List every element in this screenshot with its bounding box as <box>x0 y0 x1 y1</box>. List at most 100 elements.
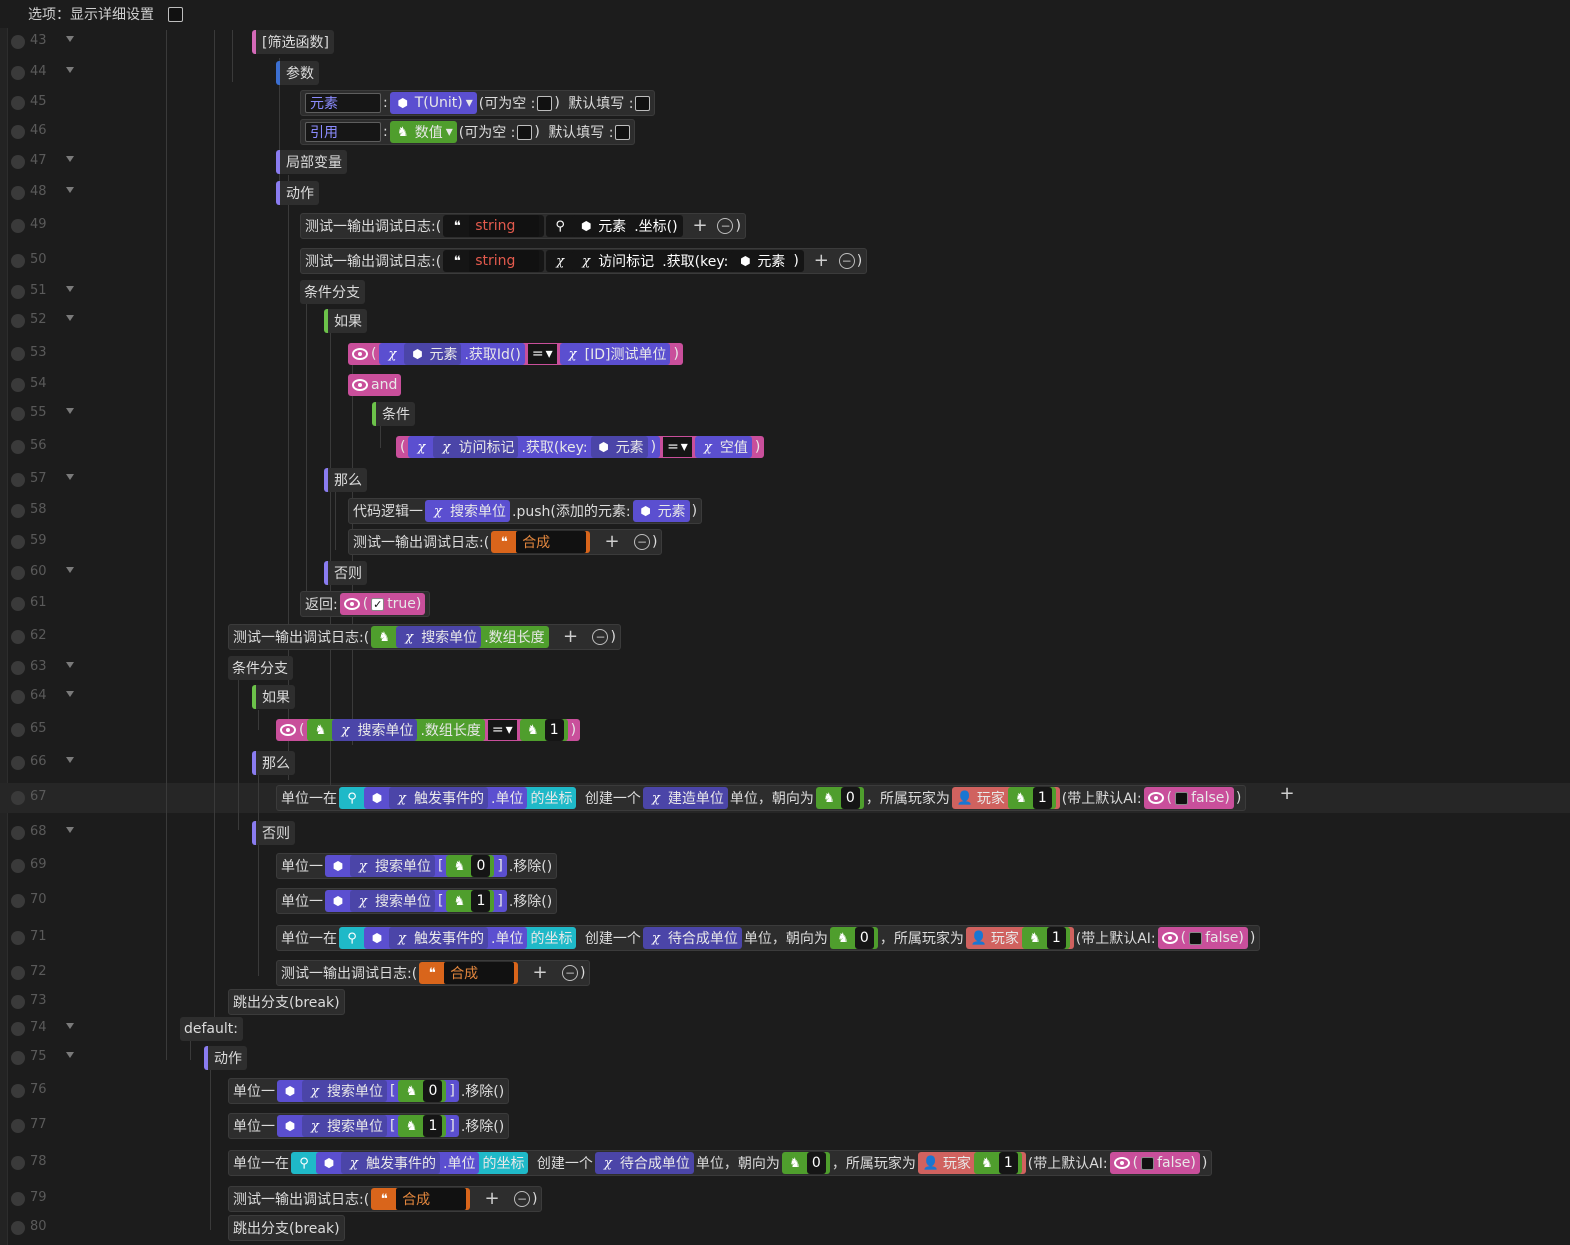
operator-select[interactable]: = ▾ <box>487 720 517 740</box>
cond-branch-label[interactable]: 条件分支 <box>228 656 293 680</box>
breakpoint-dot[interactable] <box>11 155 25 169</box>
var-pending-unit[interactable]: χ 待合成单位 <box>594 1152 694 1174</box>
breakpoint-dot[interactable] <box>11 186 25 200</box>
var-search-units[interactable]: χ 搜索单位 <box>350 855 435 877</box>
var-search-units[interactable]: χ 搜索单位 <box>332 719 418 741</box>
var-trigger[interactable]: χ 触发事件的 <box>341 1152 440 1174</box>
false-checkbox[interactable] <box>1141 1156 1155 1170</box>
filter-fn-label[interactable]: [筛选函数] <box>252 30 334 54</box>
number-value[interactable]: 0 <box>471 855 491 877</box>
chevron-down-icon[interactable]: ▾ <box>466 95 473 111</box>
code-logic-stmt[interactable]: 代码逻辑一 χ 搜索单位 .push(添加的元素: ⬢ 元素) <box>348 498 703 524</box>
remove-unit-stmt[interactable]: 单位一 ⬢ χ 搜索单位[♞ 1] .移除() <box>276 888 558 914</box>
number-literal[interactable]: ♞ 1 <box>1007 787 1056 809</box>
search-index[interactable]: ⬢ χ 搜索单位[♞ 0] <box>277 1080 459 1102</box>
breakpoint-dot[interactable] <box>11 995 25 1009</box>
number-literal[interactable]: ♞ 1 <box>973 1152 1022 1174</box>
operator-select[interactable]: = ▾ <box>527 344 557 364</box>
remove-unit-stmt[interactable]: 单位一 ⬢ χ 搜索单位[♞ 0] .移除() <box>228 1078 510 1104</box>
var-trigger[interactable]: χ 触发事件的 <box>389 927 488 949</box>
breakpoint-dot[interactable] <box>11 826 25 840</box>
fold-chevron-icon[interactable] <box>66 187 74 193</box>
fold-chevron-icon[interactable] <box>66 67 74 73</box>
add-arg-button[interactable]: + <box>483 1190 501 1208</box>
default-fill-checkbox[interactable] <box>615 124 631 140</box>
breakpoint-dot[interactable] <box>11 1022 25 1036</box>
breakpoint-dot[interactable] <box>11 791 25 805</box>
true-checkbox[interactable]: ✓ <box>371 597 385 611</box>
debug-log-stmt[interactable]: 测试一输出调试日志:(❝ 合成 + −) <box>228 1186 543 1212</box>
unit-expr[interactable]: ⬢ χ 触发事件的 .单位 <box>364 787 528 809</box>
player-expr[interactable]: 👤 玩家 ♞ 1 <box>951 787 1060 809</box>
return-stmt[interactable]: 返回:(✓ true) <box>300 591 431 617</box>
cond-branch-label[interactable]: 条件分支 <box>300 280 365 304</box>
remove-arg-button[interactable]: − <box>838 253 855 269</box>
string-input[interactable]: 合成 <box>396 1188 467 1210</box>
bool-false[interactable]: (false) <box>1143 787 1234 809</box>
coord-expr[interactable]: ⚲ ⬢ 元素 .坐标() <box>546 215 683 237</box>
number-literal[interactable]: ♞ 0 <box>781 1152 830 1174</box>
search-index[interactable]: ⬢ χ 搜索单位[♞ 1] <box>277 1115 459 1137</box>
breakpoint-dot[interactable] <box>11 1051 25 1065</box>
if-label[interactable]: 如果 <box>252 685 295 709</box>
var-search-units[interactable]: χ 搜索单位 <box>302 1080 387 1102</box>
number-literal[interactable]: ♞ 0 <box>829 927 878 949</box>
add-arg-button[interactable]: + <box>562 628 580 646</box>
player-expr[interactable]: 👤 玩家 ♞ 1 <box>965 927 1074 949</box>
remove-arg-button[interactable]: − <box>592 629 609 645</box>
var-elem[interactable]: ⬢ 元素 <box>731 250 791 272</box>
breakpoint-dot[interactable] <box>11 1156 25 1170</box>
show-details-checkbox[interactable] <box>168 6 183 22</box>
var-visit[interactable]: χ 访问标记 <box>572 250 660 272</box>
breakpoint-dot[interactable] <box>11 661 25 675</box>
remove-unit-stmt[interactable]: 单位一 ⬢ χ 搜索单位[♞ 1] .移除() <box>228 1113 510 1139</box>
debug-log-stmt[interactable]: 测试一输出调试日志:(❝ string χ χ 访问标记 .获取(key: ⬢ 元素) + −… <box>300 248 868 274</box>
remove-arg-button[interactable]: − <box>717 218 734 234</box>
fold-chevron-icon[interactable] <box>66 827 74 833</box>
number-value[interactable]: 1 <box>1032 787 1052 809</box>
number-value[interactable]: 1 <box>544 719 564 741</box>
then-label[interactable]: 那么 <box>324 468 367 492</box>
var-search-units[interactable]: χ 搜索单位 <box>396 626 482 648</box>
false-checkbox[interactable] <box>1189 931 1203 945</box>
create-unit-stmt[interactable]: 单位一在 ⚲ ⬢ χ 触发事件的 .单位 的坐标 创建一个 χ 待合成单位 单位，朝向为 ♞ 0 ，所属… <box>276 925 1261 951</box>
breakpoint-dot[interactable] <box>11 1119 25 1133</box>
var-elem[interactable]: ⬢ 元素 <box>572 215 632 237</box>
var-null[interactable]: χ 空值 <box>694 436 752 458</box>
number-literal[interactable]: ♞ 1 <box>446 890 495 912</box>
create-unit-stmt[interactable]: 单位一在 ⚲ ⬢ χ 触发事件的 .单位 的坐标 创建一个 χ 建造单位 单位，朝向为 ♞ 0 ，所属玩… <box>276 785 1247 811</box>
if-label[interactable]: 如果 <box>324 309 367 333</box>
compare-expr[interactable]: (♞ χ 搜索单位 .数组长度 = ▾ ♞ 1) <box>276 719 581 741</box>
fold-chevron-icon[interactable] <box>66 757 74 763</box>
param-name-input[interactable]: 元素 <box>305 93 381 113</box>
breakpoint-dot[interactable] <box>11 407 25 421</box>
false-checkbox[interactable] <box>1175 791 1189 805</box>
string-literal[interactable]: ❝ string <box>443 215 545 237</box>
remove-arg-button[interactable]: − <box>514 1191 530 1207</box>
get-expr[interactable]: χ χ 访问标记 .获取(key: ⬢ 元素) <box>546 250 804 272</box>
break-stmt[interactable]: 跳出分支(break) <box>228 989 345 1015</box>
number-literal[interactable]: ♞ 1 <box>519 719 568 741</box>
arrlen-expr[interactable]: ♞ χ 搜索单位 .数组长度 <box>371 626 549 648</box>
actions-label[interactable]: 动作 <box>204 1046 247 1070</box>
breakpoint-dot[interactable] <box>11 894 25 908</box>
var-search-units[interactable]: χ 搜索单位 <box>302 1115 387 1137</box>
cond-label[interactable]: 条件 <box>372 402 415 426</box>
get-expr[interactable]: χ χ 访问标记 .获取(key: ⬢ 元素) <box>408 436 661 458</box>
debug-log-stmt[interactable]: 测试一输出调试日志:(❝ 合成 + −) <box>276 960 591 986</box>
string-input[interactable]: string <box>469 250 540 272</box>
string-literal[interactable]: ❝ string <box>443 250 545 272</box>
breakpoint-dot[interactable] <box>11 723 25 737</box>
var-build-unit[interactable]: χ 建造单位 <box>642 787 728 809</box>
string-literal[interactable]: ❝ 合成 <box>371 1188 471 1210</box>
string-input[interactable]: 合成 <box>516 531 587 553</box>
breakpoint-dot[interactable] <box>11 535 25 549</box>
breakpoint-dot[interactable] <box>11 254 25 268</box>
number-literal[interactable]: ♞ 0 <box>446 855 495 877</box>
breakpoint-dot[interactable] <box>11 1192 25 1206</box>
breakpoint-dot[interactable] <box>11 966 25 980</box>
param-elem[interactable]: 元素: ⬢ T(Unit) ▾ (可为空 :) 默认填写 : <box>300 90 656 116</box>
else-label[interactable]: 否则 <box>252 821 295 845</box>
breakpoint-dot[interactable] <box>11 219 25 233</box>
remove-arg-button[interactable]: − <box>634 534 650 550</box>
